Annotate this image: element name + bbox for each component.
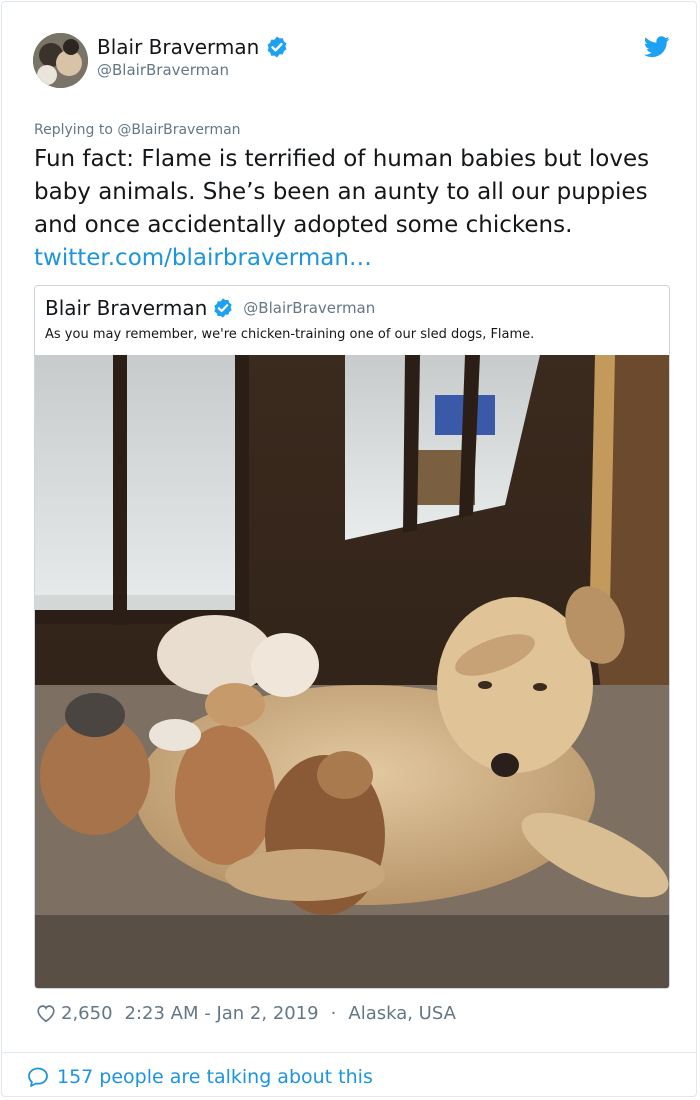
tweet-meta: 2,650 2:23 AM - Jan 2, 2019 · Alaska, US… <box>35 1002 456 1024</box>
tweet-card: Blair Braverman @BlairBraverman Replying… <box>1 1 697 1097</box>
tweet-body: Fun fact: Flame is terrified of human ba… <box>34 146 650 238</box>
twitter-bird-icon[interactable] <box>644 36 670 58</box>
verified-badge-icon <box>267 36 287 58</box>
speech-bubble-icon <box>28 1067 48 1087</box>
verified-badge-icon <box>214 298 232 318</box>
quoted-tweet[interactable]: Blair Braverman @BlairBraverman As you m… <box>34 285 670 989</box>
quote-author-handle[interactable]: @BlairBraverman <box>243 299 375 317</box>
avatar[interactable] <box>33 33 88 88</box>
tweet-timestamp[interactable]: 2:23 AM - Jan 2, 2019 <box>125 1003 319 1024</box>
tweet-text: Fun fact: Flame is terrified of human ba… <box>34 143 674 275</box>
author-handle[interactable]: @BlairBraverman <box>97 61 229 79</box>
author-name[interactable]: Blair Braverman <box>97 35 259 59</box>
quote-text: As you may remember, we're chicken-train… <box>45 327 535 342</box>
heart-icon[interactable] <box>35 1002 57 1024</box>
tweet-link[interactable]: twitter.com/blairbraverman… <box>34 245 372 271</box>
like-count[interactable]: 2,650 <box>61 1003 113 1024</box>
divider <box>2 1052 696 1053</box>
talking-link[interactable]: 157 people are talking about this <box>26 1065 373 1089</box>
meta-separator: · <box>330 1002 337 1024</box>
quote-photo[interactable] <box>35 355 669 988</box>
replying-to[interactable]: Replying to @BlairBraverman <box>34 122 241 138</box>
tweet-location[interactable]: Alaska, USA <box>348 1003 456 1024</box>
talking-text[interactable]: 157 people are talking about this <box>57 1066 373 1088</box>
quote-author-name[interactable]: Blair Braverman <box>45 296 207 320</box>
